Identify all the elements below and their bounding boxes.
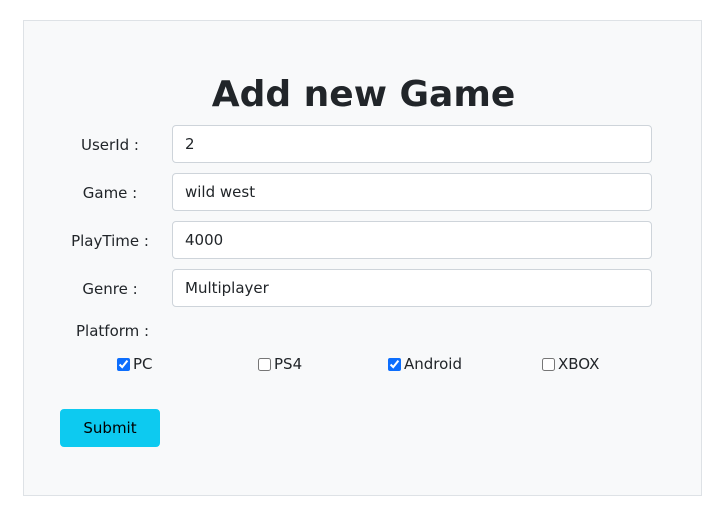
pc-label: PC [133,355,153,373]
userid-input[interactable] [172,125,652,163]
add-game-form-card: Add new Game UserId : Game : PlayTime : … [23,20,702,496]
submit-button[interactable]: Submit [60,409,160,447]
genre-input[interactable] [172,269,652,307]
xbox-label: XBOX [558,355,600,373]
platform-option-xbox[interactable]: XBOX [542,354,599,374]
genre-label: Genre : [82,280,138,298]
ps4-checkbox[interactable] [258,357,271,371]
platform-label: Platform : [76,322,150,340]
xbox-checkbox[interactable] [542,357,555,371]
ps4-label: PS4 [274,355,303,373]
playtime-input[interactable] [172,221,652,259]
platform-option-android[interactable]: Android [388,354,462,374]
platform-option-ps4[interactable]: PS4 [258,354,302,374]
userid-label: UserId : [81,136,139,154]
platform-option-pc[interactable]: PC [117,354,153,374]
game-input[interactable] [172,173,652,211]
pc-checkbox[interactable] [117,357,130,371]
android-checkbox[interactable] [388,357,401,371]
android-label: Android [404,355,462,373]
playtime-label: PlayTime : [71,232,149,250]
game-label: Game : [82,184,138,202]
form-title: Add new Game [211,74,516,115]
